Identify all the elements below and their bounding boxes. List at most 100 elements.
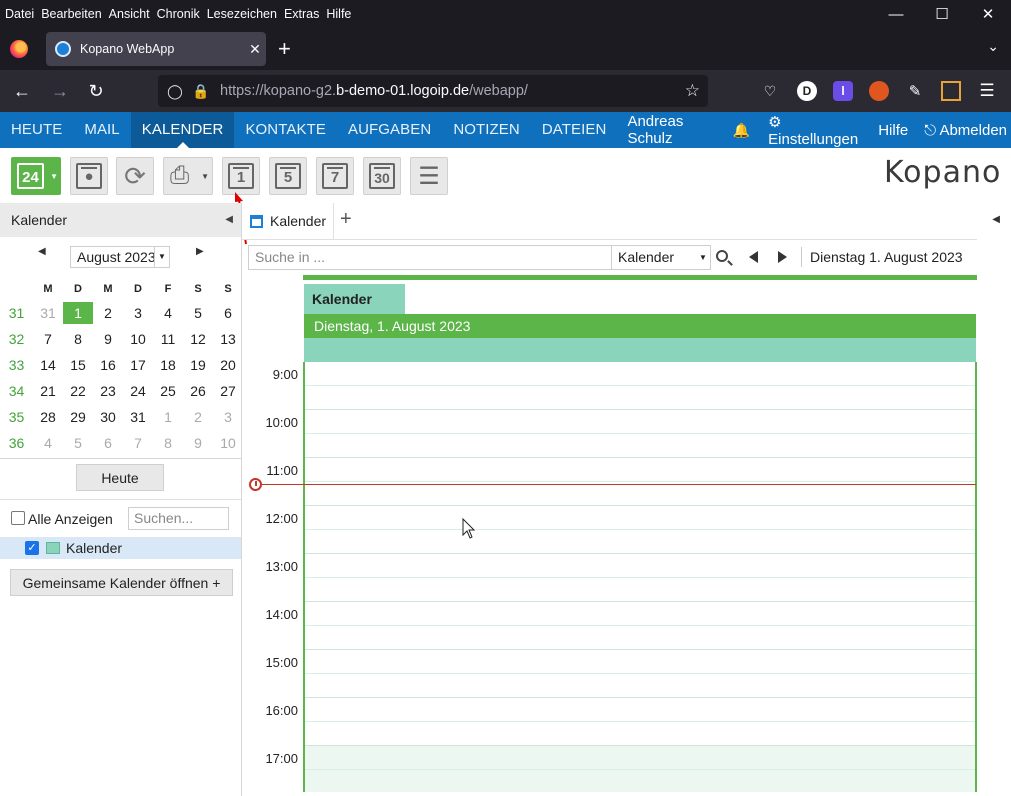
settings-link[interactable]: ⚙ Einstellungen [760,113,866,148]
day-cell[interactable]: 2 [183,404,213,430]
add-tab-icon[interactable]: + [340,208,352,231]
url-bar[interactable]: ◯ 🔒 https://kopano-g2.b-demo-01.logoip.d… [158,75,708,107]
browser-tab[interactable]: Kopano WebApp ✕ [46,32,266,66]
extension-d-icon[interactable]: D [797,81,817,101]
show-all-checkbox[interactable] [11,511,25,525]
day-cell[interactable]: 10 [213,430,243,456]
today-calendar-button[interactable]: 24 ▼ [11,157,61,195]
day-cell[interactable]: 18 [153,352,183,378]
back-arrow-icon[interactable]: ← [8,78,36,104]
open-shared-calendars-button[interactable]: Gemeinsame Kalender öffnen + [10,569,233,596]
day-cell[interactable]: 9 [183,430,213,456]
day-cell[interactable]: 11 [153,326,183,352]
list-view-button[interactable]: ☰ [410,157,448,195]
day-cell-selected[interactable]: 1 [63,300,93,326]
close-window-icon[interactable]: ✕ [965,0,1011,28]
day-cell[interactable]: 19 [183,352,213,378]
day-cell[interactable]: 6 [93,430,123,456]
day-cell[interactable]: 5 [183,300,213,326]
lock-icon[interactable]: 🔒 [188,83,214,100]
day-cell[interactable]: 16 [93,352,123,378]
week-number[interactable]: 34 [0,378,33,404]
logout-link[interactable]: ⎋ Abmelden [920,122,1011,139]
shield-icon[interactable]: ◯ [162,83,188,100]
show-all-label[interactable]: Alle Anzeigen [28,511,113,527]
puzzle-icon[interactable]: ✎ [905,81,925,101]
address-book-button[interactable]: ● [70,157,108,195]
nav-kontakte[interactable]: KONTAKTE [234,112,337,148]
menu-extras[interactable]: Extras [284,7,319,21]
week-number[interactable]: 35 [0,404,33,430]
day-cell[interactable]: 22 [63,378,93,404]
reload-icon[interactable]: ↻ [82,78,110,104]
day-cell[interactable]: 9 [93,326,123,352]
day-cell[interactable]: 12 [183,326,213,352]
close-tab-icon[interactable]: ✕ [244,41,266,58]
search-icon[interactable] [716,250,728,262]
extension-l-icon[interactable]: l [833,81,853,101]
week-number[interactable]: 33 [0,352,33,378]
pocket-icon[interactable]: ♡ [760,81,780,101]
day-cell[interactable]: 21 [33,378,63,404]
day-cell[interactable]: 30 [93,404,123,430]
calendar-chip[interactable]: Kalender [304,284,405,314]
container-icon[interactable] [941,81,961,101]
day-cell[interactable]: 24 [123,378,153,404]
day-cell[interactable]: 7 [123,430,153,456]
menu-lesezeichen[interactable]: Lesezeichen [207,7,277,21]
search-scope-select[interactable]: Kalender ▼ [612,245,711,270]
day-cell[interactable]: 3 [213,404,243,430]
day-cell[interactable]: 15 [63,352,93,378]
hamburger-menu-icon[interactable]: ☰ [977,81,997,101]
nav-heute[interactable]: HEUTE [0,112,73,148]
user-name[interactable]: Andreas Schulz [619,113,722,147]
print-button[interactable]: ⎙ ▼ [163,157,213,195]
nav-mail[interactable]: MAIL [73,112,130,148]
dropdown-arrow-icon[interactable]: ▼ [696,246,710,269]
day-cell[interactable]: 2 [93,300,123,326]
menu-ansicht[interactable]: Ansicht [109,7,150,21]
prev-day-icon[interactable] [749,251,758,263]
week-number[interactable]: 32 [0,326,33,352]
refresh-button[interactable]: ⟳ [116,157,154,195]
chevron-down-icon[interactable]: ⌄ [987,38,999,55]
day-cell[interactable]: 4 [33,430,63,456]
day-time-grid[interactable] [303,362,977,792]
menu-hilfe[interactable]: Hilfe [326,7,351,21]
day-cell[interactable]: 10 [123,326,153,352]
day-cell[interactable]: 28 [33,404,63,430]
collapse-right-icon[interactable]: ◀ [992,214,1000,225]
day-cell[interactable]: 1 [153,404,183,430]
bookmark-star-icon[interactable]: ☆ [685,81,700,101]
next-day-icon[interactable] [778,251,787,263]
day-cell[interactable]: 31 [33,300,63,326]
all-day-row[interactable] [304,338,976,362]
menu-chronik[interactable]: Chronik [157,7,200,21]
month-select[interactable]: August 2023 ▼ [70,246,170,268]
week-number[interactable]: 36 [0,430,33,456]
nav-aufgaben[interactable]: AUFGABEN [337,112,442,148]
help-link[interactable]: Hilfe [866,122,920,139]
day-cell[interactable]: 8 [63,326,93,352]
dropdown-arrow-icon[interactable]: ▼ [201,172,209,181]
day-cell[interactable]: 29 [63,404,93,430]
day-view-button[interactable]: 1 [222,157,260,195]
minimize-icon[interactable]: — [873,0,919,28]
search-input[interactable]: Suche in ... [248,245,612,270]
day-cell[interactable]: 25 [153,378,183,404]
week-number[interactable]: 31 [0,300,33,326]
bell-icon[interactable]: 🔔 [723,122,760,139]
forward-arrow-icon[interactable]: → [46,78,74,104]
prev-month-icon[interactable]: ◀ [38,246,46,257]
next-month-icon[interactable]: ▶ [196,246,204,257]
day-cell[interactable]: 8 [153,430,183,456]
nav-kalender[interactable]: KALENDER [130,112,235,148]
day-cell[interactable]: 17 [123,352,153,378]
day-cell[interactable]: 13 [213,326,243,352]
nav-notizen[interactable]: NOTIZEN [442,112,531,148]
day-cell[interactable]: 26 [183,378,213,404]
day-cell[interactable]: 23 [93,378,123,404]
day-cell[interactable]: 6 [213,300,243,326]
day-header[interactable]: Dienstag, 1. August 2023 [304,314,976,338]
today-button[interactable]: Heute [76,464,164,491]
